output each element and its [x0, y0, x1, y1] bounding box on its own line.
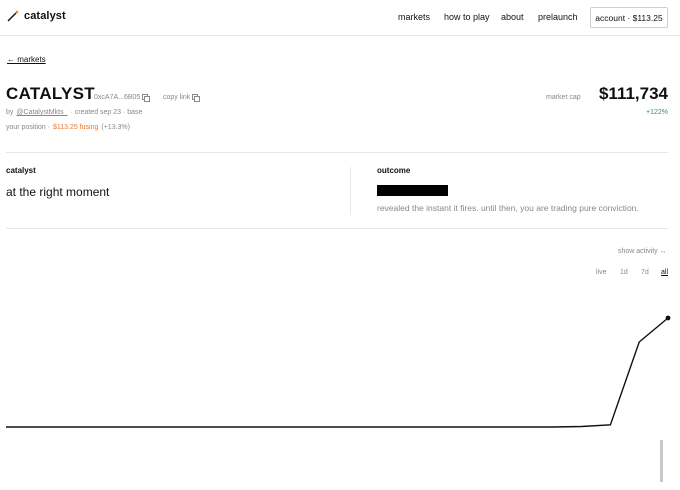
column-divider	[350, 167, 351, 215]
market-cap-change: +122%	[646, 109, 668, 116]
price-line	[6, 317, 669, 428]
creator-link[interactable]: @CatalystMkts_	[16, 109, 67, 116]
position-change: (+13.3%)	[101, 124, 130, 131]
contract-address-text: 0xcA7A...6B05	[94, 94, 141, 101]
nav-prelaunch-link[interactable]: prelaunch	[538, 12, 578, 22]
position-value: $113.25 fusing	[52, 124, 99, 131]
catalyst-text: at the right moment	[6, 185, 110, 199]
market-cap-label: market cap	[546, 94, 581, 101]
copy-icon	[192, 94, 201, 102]
show-activity-toggle[interactable]: show activity ↔	[618, 248, 667, 255]
brand-logo[interactable]: catalyst	[7, 10, 66, 22]
position-label: your position ·	[6, 124, 50, 131]
copy-link-button[interactable]: copy link	[163, 94, 201, 102]
section-divider	[6, 152, 668, 153]
nav-markets-link[interactable]: markets	[398, 12, 430, 22]
back-to-markets-link[interactable]: ← markets	[7, 55, 46, 64]
volume-bar	[660, 440, 663, 482]
nav-about-link[interactable]: about	[501, 12, 524, 22]
redacted-outcome-bar	[377, 185, 448, 196]
contract-address[interactable]: 0xcA7A...6B05	[94, 94, 151, 102]
copy-icon	[142, 94, 151, 102]
by-label: by	[6, 109, 14, 116]
market-title: CATALYST	[6, 84, 95, 103]
created-info: · created sep 23 · base	[70, 109, 143, 116]
brand-name: catalyst	[24, 10, 66, 22]
outcome-label: outcome	[377, 166, 411, 175]
catalyst-logo-icon	[7, 10, 19, 22]
latest-price-point	[665, 315, 671, 321]
outcome-description: revealed the instant it fires. until the…	[377, 203, 639, 213]
timeframe-live-tab[interactable]: live	[596, 269, 607, 276]
account-button[interactable]: account · $113.25	[590, 7, 668, 28]
nav-how-to-play-link[interactable]: how to play	[444, 12, 490, 22]
price-chart	[6, 315, 671, 482]
user-position: your position · $113.25 fusing (+13.3%)	[6, 124, 130, 131]
market-cap-value: $111,734	[598, 84, 668, 103]
timeframe-1d-tab[interactable]: 1d	[620, 269, 628, 276]
section-divider	[6, 228, 668, 229]
market-meta: by @CatalystMkts_ · created sep 23 · bas…	[6, 109, 142, 116]
catalyst-label: catalyst	[6, 166, 36, 175]
timeframe-7d-tab[interactable]: 7d	[641, 269, 649, 276]
timeframe-all-tab[interactable]: all	[661, 269, 668, 276]
copy-link-label: copy link	[163, 94, 191, 101]
top-navigation-bar: catalyst markets how to play about prela…	[0, 0, 680, 36]
